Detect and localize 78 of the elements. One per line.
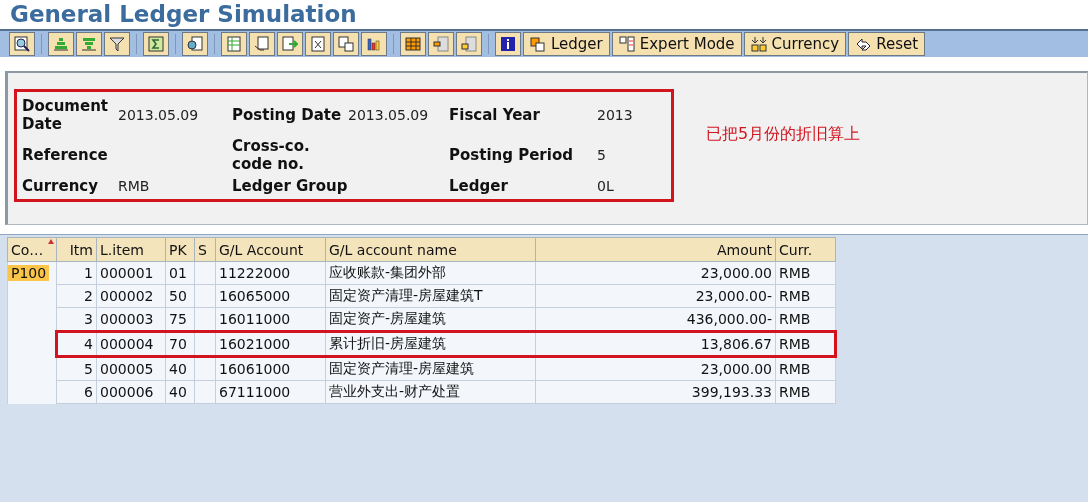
- document-icon: [282, 36, 298, 52]
- field-value: 2013.05.09: [348, 105, 429, 124]
- table-cell: 000004: [96, 331, 166, 357]
- filter-icon: [109, 36, 125, 52]
- bar-chart-icon: [366, 36, 382, 52]
- field-label: Currency: [22, 176, 98, 195]
- columns-icon: [618, 36, 635, 52]
- table-cell: 固定资产清理-房屋建筑T: [325, 284, 536, 308]
- table-cell: 436,000.00-: [535, 307, 776, 332]
- field-value: 5: [597, 145, 606, 164]
- toolbar-button[interactable]: Ledger: [523, 32, 610, 56]
- column-header[interactable]: G/L Account: [215, 237, 326, 262]
- field-value: 0L: [597, 176, 614, 195]
- toolbar-button[interactable]: [400, 32, 426, 56]
- toolbar-button[interactable]: [104, 32, 130, 56]
- table-cell: 23,000.00-: [535, 284, 776, 308]
- table-cell: 16011000: [215, 307, 326, 332]
- toolbar-button[interactable]: [9, 32, 35, 56]
- table-cell: 13,806.67: [535, 331, 776, 357]
- field-label: Posting Period: [449, 145, 573, 164]
- table-cell: 16061000: [215, 356, 326, 381]
- document-icon: [310, 36, 326, 52]
- table-cell: 16065000: [215, 284, 326, 308]
- toolbar-button[interactable]: [495, 32, 521, 56]
- table-cell: 固定资产清理-房屋建筑: [325, 356, 536, 381]
- sort-icon: [53, 36, 69, 52]
- toolbar-button[interactable]: Expert Mode: [611, 32, 742, 56]
- field-label: Fiscal Year: [449, 105, 540, 124]
- table-cell: 应收账款-集团外部: [325, 261, 536, 285]
- column-header[interactable]: Itm: [56, 237, 97, 262]
- table-cell: 固定资产-房屋建筑: [325, 307, 536, 332]
- table-cell: 67111000: [215, 380, 326, 404]
- table-cell: 4: [56, 331, 97, 357]
- window-title: General Ledger Simulation: [10, 0, 358, 28]
- grid-icon: [461, 36, 477, 52]
- sort-icon: [750, 36, 767, 52]
- table-cell: 23,000.00: [535, 356, 776, 381]
- table-cell: 11222000: [215, 261, 326, 285]
- field-label: Cross-co. code no.: [232, 136, 311, 173]
- column-header[interactable]: G/L account name: [325, 237, 536, 262]
- field-value: RMB: [118, 176, 150, 195]
- column-header[interactable]: PK: [165, 237, 195, 262]
- sort-icon: [81, 36, 97, 52]
- field-label: Document Date: [22, 96, 109, 133]
- document-icon: [530, 36, 546, 52]
- company-code-cell: P100: [8, 265, 50, 281]
- column-header[interactable]: S: [194, 237, 216, 262]
- field-value: 2013.05.09: [118, 105, 199, 124]
- column-header[interactable]: Curr.: [775, 237, 836, 262]
- sigma-icon: [148, 36, 164, 52]
- column-header[interactable]: Amount: [535, 237, 776, 262]
- undo-icon: [855, 36, 872, 52]
- magnifier-icon: [14, 36, 30, 52]
- field-label: Ledger: [449, 176, 508, 195]
- field-label: Posting Date: [232, 105, 342, 124]
- table-cell: 16021000: [215, 331, 326, 357]
- table-cell: 399,193.33: [535, 380, 776, 404]
- column-header[interactable]: Co…: [7, 237, 57, 262]
- document-icon: [254, 36, 270, 52]
- grid-icon: [405, 36, 421, 52]
- toolbar-button[interactable]: Currency: [743, 32, 847, 56]
- document-icon: [187, 36, 203, 52]
- table-cell: 23,000.00: [535, 261, 776, 285]
- grid-icon: [433, 36, 449, 52]
- field-label: Ledger Group: [232, 176, 348, 195]
- table-cell: 累计折旧-房屋建筑: [325, 331, 536, 357]
- toolbar-button[interactable]: Reset: [848, 32, 926, 56]
- spreadsheet-icon: [226, 36, 242, 52]
- field-label: Reference: [22, 145, 108, 164]
- info-icon: [500, 36, 516, 52]
- table-cell: 70: [165, 331, 195, 357]
- annotation-text: 已把5月份的折旧算上: [706, 124, 861, 145]
- column-header[interactable]: L.item: [96, 237, 166, 262]
- document-icon: [338, 36, 354, 52]
- table-cell: RMB: [775, 331, 836, 357]
- toolbar-button[interactable]: [182, 32, 208, 56]
- table-cell: 营业外支出-财产处置: [325, 380, 536, 404]
- field-value: 2013: [597, 105, 633, 124]
